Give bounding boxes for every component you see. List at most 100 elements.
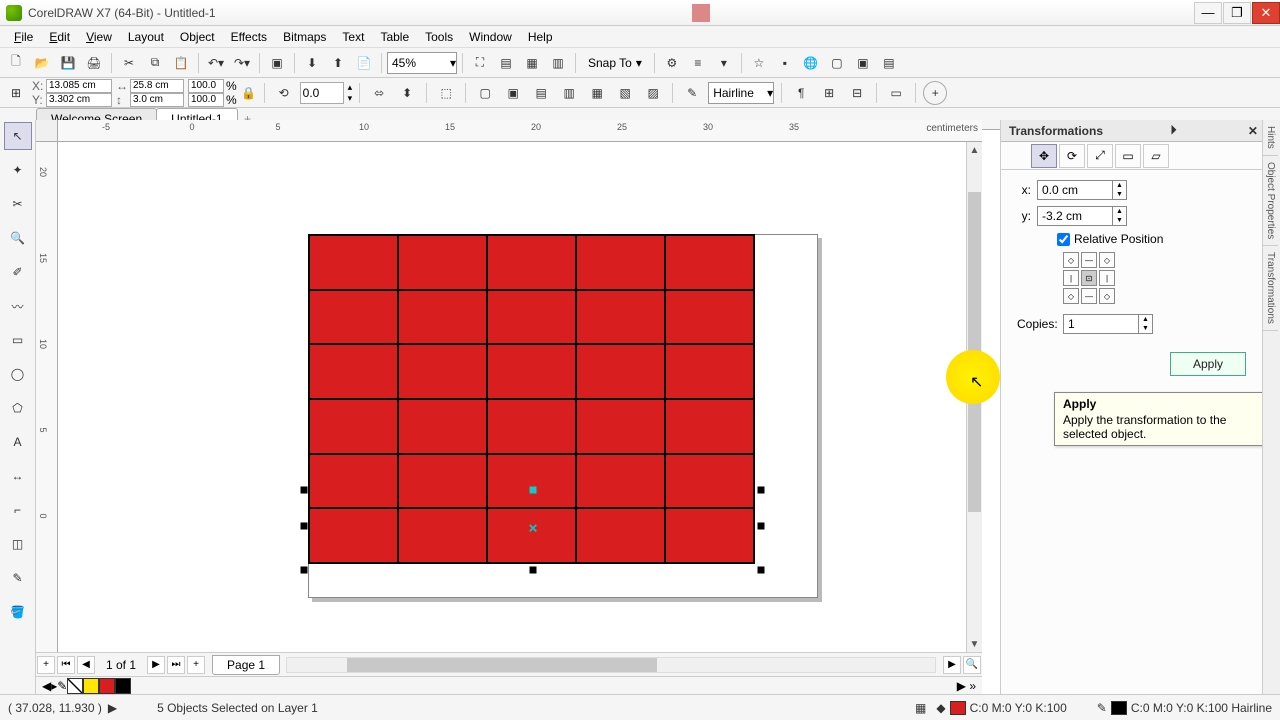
cut-icon[interactable]: ✂ xyxy=(117,51,141,75)
snap-to-dropdown[interactable]: Snap To ▾ xyxy=(581,53,649,73)
yellow-swatch[interactable] xyxy=(83,678,99,694)
mirror-h-icon[interactable]: ⬄ xyxy=(367,81,391,105)
menu-bitmaps[interactable]: Bitmaps xyxy=(275,28,334,46)
ellipse-tool-icon[interactable]: ◯ xyxy=(4,360,32,388)
fill-tool-icon[interactable]: 🪣 xyxy=(4,598,32,626)
hide-icon[interactable]: ▪ xyxy=(773,51,797,75)
save-icon[interactable]: 💾 xyxy=(56,51,80,75)
menu-window[interactable]: Window xyxy=(461,28,520,46)
object-properties-tab[interactable]: Object Properties xyxy=(1263,156,1278,246)
undo-icon[interactable]: ↶▾ xyxy=(204,51,228,75)
box-icon[interactable]: ▢ xyxy=(825,51,849,75)
trim-icon[interactable]: ▣ xyxy=(501,81,525,105)
box2-icon[interactable]: ▣ xyxy=(851,51,875,75)
show-guidelines-icon[interactable]: ▥ xyxy=(546,51,570,75)
scale-x-input[interactable] xyxy=(188,79,224,93)
grid-cell[interactable] xyxy=(488,236,575,289)
grid-cell[interactable] xyxy=(310,509,397,562)
grid-cell[interactable] xyxy=(666,291,753,344)
add-icon[interactable]: + xyxy=(923,81,947,105)
last-page-icon[interactable]: ⏭ xyxy=(167,656,185,674)
docker-collapse-icon[interactable]: ⏵ xyxy=(1166,123,1180,138)
menu-table[interactable]: Table xyxy=(372,28,417,46)
fill-indicator-icon[interactable]: ◆ xyxy=(936,701,945,715)
launch-icon-1[interactable]: ≡ xyxy=(686,51,710,75)
presets-icon[interactable]: ⊞ xyxy=(4,81,28,105)
y-spinner[interactable]: ▲▼ xyxy=(1113,206,1127,226)
add-page-icon[interactable]: + xyxy=(37,656,55,674)
menu-help[interactable]: Help xyxy=(520,28,561,46)
import-icon[interactable]: ⬇ xyxy=(300,51,324,75)
front-minus-back-icon[interactable]: ▦ xyxy=(585,81,609,105)
selection-handle[interactable] xyxy=(301,487,308,494)
rectangle-tool-icon[interactable]: ▭ xyxy=(4,326,32,354)
relative-position-checkbox[interactable] xyxy=(1057,233,1070,246)
grid-cell[interactable] xyxy=(666,455,753,508)
grid-cell[interactable] xyxy=(399,291,486,344)
text-tool-icon[interactable]: A xyxy=(4,428,32,456)
simplify-icon[interactable]: ▥ xyxy=(557,81,581,105)
selection-handle[interactable] xyxy=(301,567,308,574)
no-color-swatch[interactable] xyxy=(67,678,83,694)
canvas[interactable]: ▲ ▼ ✕ xyxy=(58,142,982,652)
skew-tab-icon[interactable]: ▱ xyxy=(1143,144,1169,168)
horizontal-scrollbar[interactable] xyxy=(286,657,936,673)
outline-pen-icon[interactable]: ✎ xyxy=(680,81,704,105)
grid-cell[interactable] xyxy=(399,345,486,398)
selection-handle[interactable] xyxy=(758,487,765,494)
grid-cell[interactable] xyxy=(666,345,753,398)
grid-cell[interactable] xyxy=(488,291,575,344)
grid-cell[interactable] xyxy=(399,455,486,508)
restore-button[interactable]: ❐ xyxy=(1223,2,1251,24)
eyedropper-tool-icon[interactable]: ✎ xyxy=(4,564,32,592)
grid-cell[interactable] xyxy=(488,345,575,398)
full-screen-icon[interactable]: ⛶ xyxy=(468,51,492,75)
wrap-text-icon[interactable]: ¶ xyxy=(789,81,813,105)
intersect-icon[interactable]: ▤ xyxy=(529,81,553,105)
selection-handle[interactable] xyxy=(758,522,765,529)
star-icon[interactable]: ☆ xyxy=(747,51,771,75)
menu-view[interactable]: View xyxy=(78,28,120,46)
pick-tool-icon[interactable]: ↖ xyxy=(4,122,32,150)
copy-icon[interactable]: ⧉ xyxy=(143,51,167,75)
paste-icon[interactable]: 📋 xyxy=(169,51,193,75)
rotation-angle-input[interactable] xyxy=(300,82,344,104)
grid-cell[interactable] xyxy=(310,236,397,289)
grid-cell[interactable] xyxy=(577,291,664,344)
grid-cell[interactable] xyxy=(577,400,664,453)
scale-tab-icon[interactable]: ⤢ xyxy=(1087,144,1113,168)
palette-left-icon[interactable]: ◀ xyxy=(42,679,51,693)
grid-cell[interactable] xyxy=(666,236,753,289)
close-button[interactable]: ✕ xyxy=(1252,2,1280,24)
transform-y-input[interactable] xyxy=(1037,206,1113,226)
publish-pdf-icon[interactable]: 📄 xyxy=(352,51,376,75)
align-icon-1[interactable]: ⊞ xyxy=(817,81,841,105)
transformations-tab[interactable]: Transformations xyxy=(1263,246,1278,331)
globe-icon[interactable]: 🌐 xyxy=(799,51,823,75)
copies-input[interactable] xyxy=(1063,314,1139,334)
grid-cell[interactable] xyxy=(399,400,486,453)
grid-cell[interactable] xyxy=(399,236,486,289)
scroll-right-icon[interactable]: ▶ xyxy=(943,656,961,674)
convert-curves-icon[interactable]: ▭ xyxy=(884,81,908,105)
weld-icon[interactable]: ▢ xyxy=(473,81,497,105)
outline-swatch[interactable] xyxy=(1111,701,1127,715)
user-account-icon[interactable] xyxy=(692,4,710,22)
vertical-scrollbar[interactable]: ▲ ▼ xyxy=(966,142,982,652)
lock-ratio-icon[interactable]: 🔒 xyxy=(241,81,257,105)
hints-tab[interactable]: Hints xyxy=(1263,120,1278,156)
rotation-center[interactable]: ✕ xyxy=(528,521,537,530)
black-swatch[interactable] xyxy=(115,678,131,694)
red-swatch[interactable] xyxy=(99,678,115,694)
transform-x-input[interactable] xyxy=(1037,180,1113,200)
grid-cell[interactable] xyxy=(666,400,753,453)
options-icon[interactable]: ⚙ xyxy=(660,51,684,75)
crop-tool-icon[interactable]: ✂ xyxy=(4,190,32,218)
selection-handle[interactable] xyxy=(301,522,308,529)
grid-cell[interactable] xyxy=(666,509,753,562)
copies-spinner[interactable]: ▲▼ xyxy=(1139,314,1153,334)
eyedropper-palette-icon[interactable]: ✎ xyxy=(57,679,67,693)
selection-handle[interactable] xyxy=(758,567,765,574)
ruler-origin[interactable] xyxy=(36,120,58,142)
grid-cell[interactable] xyxy=(488,455,575,508)
